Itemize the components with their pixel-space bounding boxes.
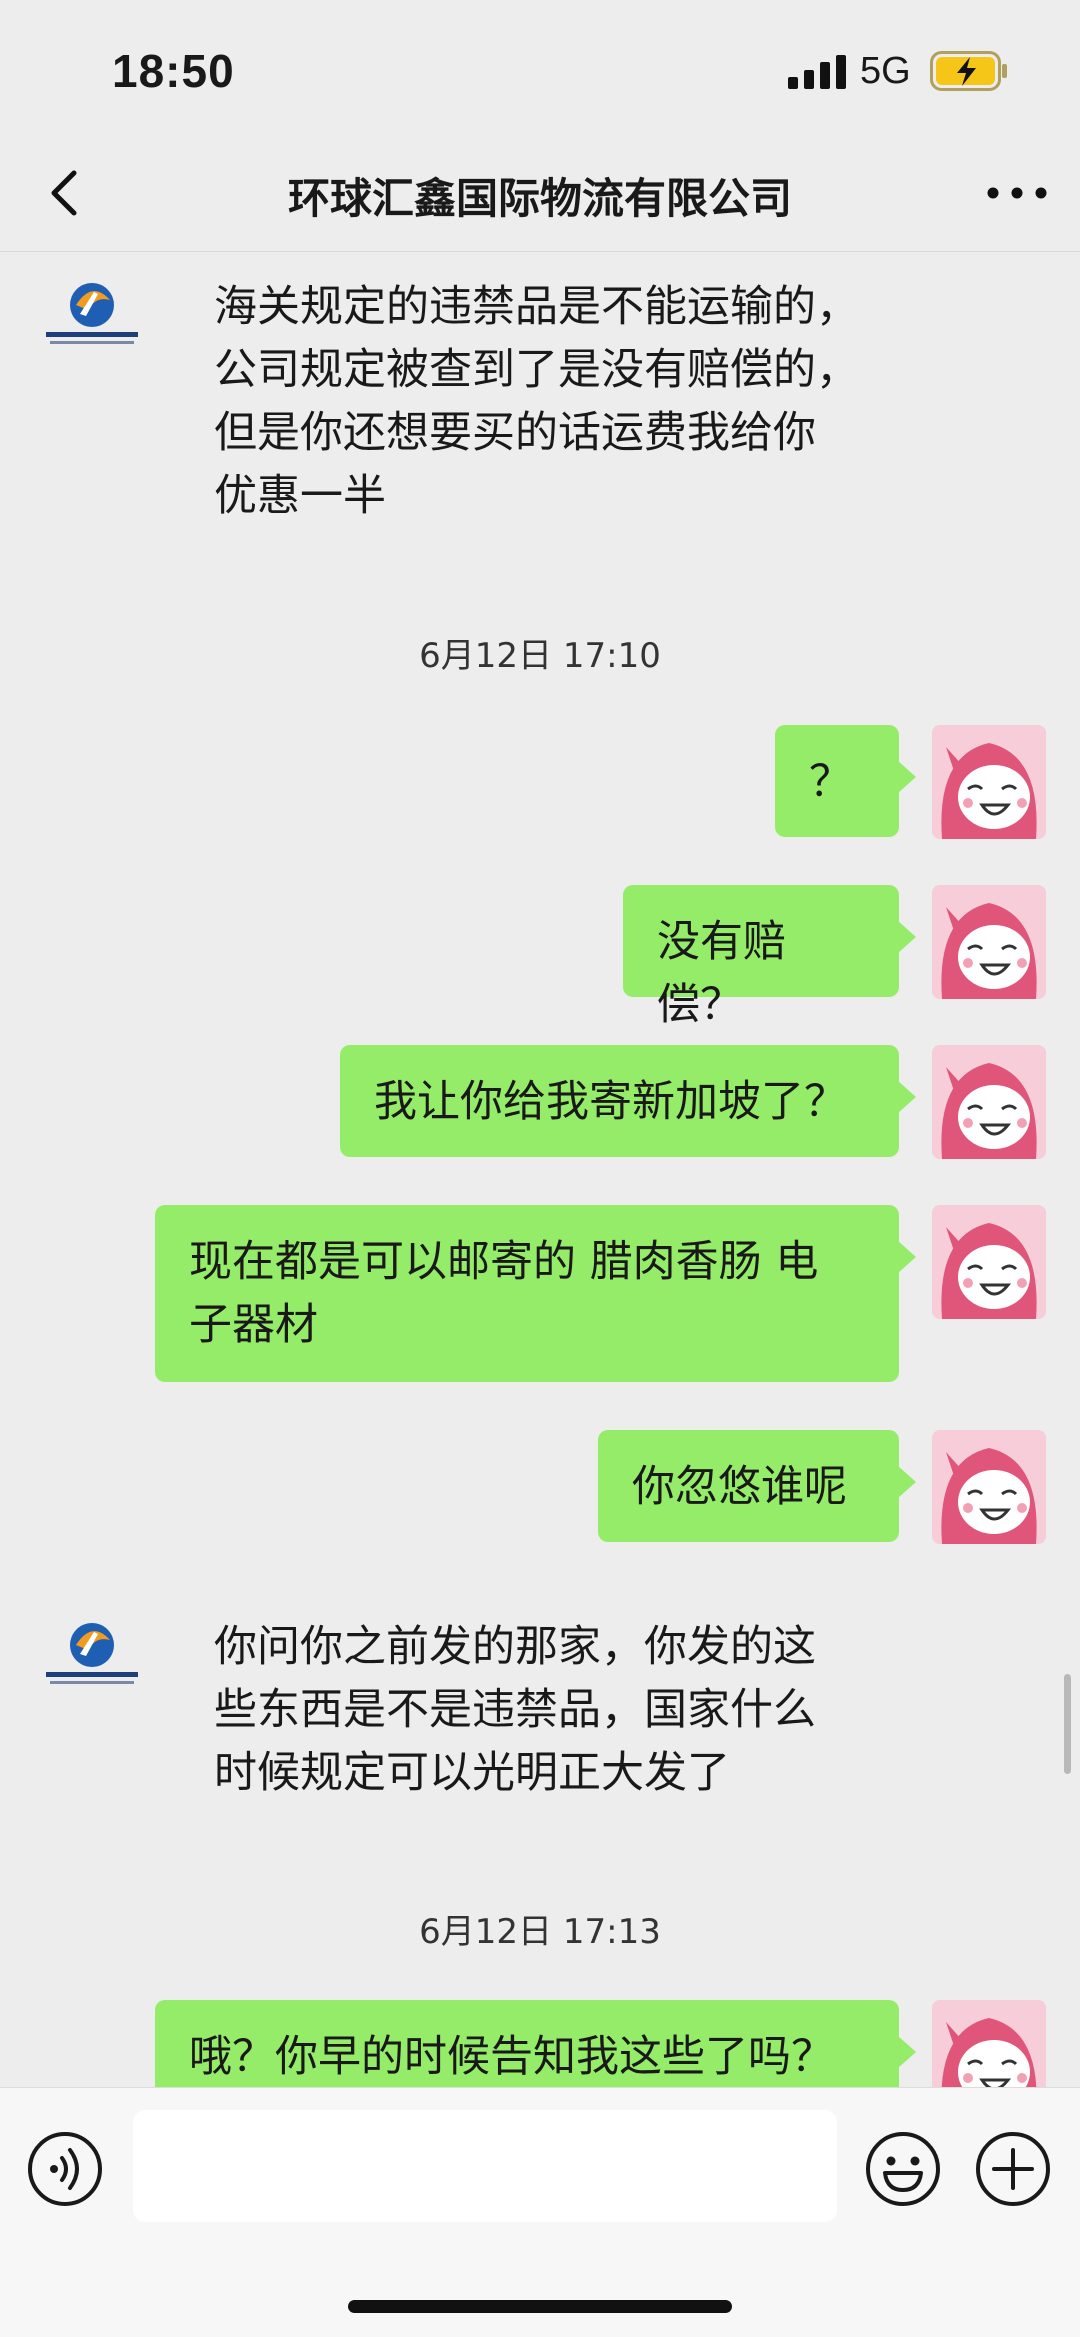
chat-title: 环球汇鑫国际物流有限公司 xyxy=(287,174,792,223)
message-bubble[interactable]: 我让你给我寄新加坡了？ xyxy=(340,1045,916,1157)
chevron-left-icon[interactable] xyxy=(36,163,96,223)
user-avatar[interactable] xyxy=(932,2000,1046,2087)
message-bubble[interactable]: 没有赔偿？ xyxy=(623,885,916,1030)
message-bubble[interactable]: 你忽悠谁呢 xyxy=(598,1430,916,1542)
company-logo-avatar[interactable] xyxy=(36,270,148,382)
message-row: 我让你给我寄新加坡了？ xyxy=(0,1045,1080,1165)
message-text: 你问你之前发的那家，你发的这 些东西是不是违禁品，国家什么 时候规定可以光明正大… xyxy=(214,1622,816,1798)
plus-icon[interactable] xyxy=(974,2130,1052,2208)
message-row: 你忽悠谁呢 xyxy=(0,1430,1080,1550)
network-label: 5G xyxy=(860,50,911,92)
chat-screen: 18:50 5G 环球汇鑫国际物流有限公司 海关规定的违禁品是不能运输的， 公司… xyxy=(0,0,1080,2337)
message-text: 海关规定的违禁品是不能运输的， 公司规定被查到了是没有赔偿的， 但是你还想要买的… xyxy=(214,282,859,521)
user-avatar[interactable] xyxy=(932,1430,1046,1544)
emoji-icon[interactable] xyxy=(864,2130,942,2208)
message-timestamp: 6月12日 17:10 xyxy=(419,636,661,676)
message-row: 哦？你早的时候告知我这些了吗？ xyxy=(0,2000,1080,2087)
company-logo-avatar[interactable] xyxy=(36,1610,148,1722)
user-avatar-icon xyxy=(932,725,1046,839)
user-avatar[interactable] xyxy=(932,1205,1046,1319)
message-timestamp: 6月12日 17:13 xyxy=(419,1912,661,1952)
home-indicator[interactable] xyxy=(348,2300,732,2313)
signal-bars-icon xyxy=(788,55,846,89)
status-bar: 18:50 5G xyxy=(0,0,1080,135)
battery-charging-icon xyxy=(930,51,1007,91)
message-row: 你问你之前发的那家，你发的这 些东西是不是违禁品，国家什么 时候规定可以光明正大… xyxy=(0,1592,1080,1812)
user-avatar[interactable] xyxy=(932,1045,1046,1159)
more-dots-icon[interactable] xyxy=(982,163,1052,223)
message-bubble[interactable]: 现在都是可以邮寄的 腊肉香肠 电 子器材 xyxy=(155,1205,916,1382)
message-input[interactable] xyxy=(133,2110,837,2222)
user-avatar-icon xyxy=(932,1205,1046,1319)
user-avatar-icon xyxy=(932,885,1046,999)
message-row: ？ xyxy=(0,725,1080,845)
message-row: 没有赔偿？ xyxy=(0,885,1080,1030)
user-avatar[interactable] xyxy=(932,885,1046,999)
user-avatar-icon xyxy=(932,1045,1046,1159)
user-avatar[interactable] xyxy=(932,725,1046,839)
message-row: 现在都是可以邮寄的 腊肉香肠 电 子器材 xyxy=(0,1205,1080,1385)
message-bubble[interactable]: 哦？你早的时候告知我这些了吗？ xyxy=(155,2000,916,2087)
chat-scrollbar[interactable] xyxy=(1064,1674,1071,1774)
user-avatar-icon xyxy=(932,2000,1046,2087)
input-bar xyxy=(0,2087,1080,2337)
message-bubble[interactable]: ？ xyxy=(775,725,916,837)
user-avatar-icon xyxy=(932,1430,1046,1544)
voice-icon[interactable] xyxy=(26,2130,104,2208)
status-time: 18:50 xyxy=(112,45,235,97)
message-list[interactable]: 海关规定的违禁品是不能运输的， 公司规定被查到了是没有赔偿的， 但是你还想要买的… xyxy=(0,252,1080,2087)
nav-bar: 环球汇鑫国际物流有限公司 xyxy=(0,135,1080,252)
message-row: 海关规定的违禁品是不能运输的， 公司规定被查到了是没有赔偿的， 但是你还想要买的… xyxy=(0,252,1080,521)
